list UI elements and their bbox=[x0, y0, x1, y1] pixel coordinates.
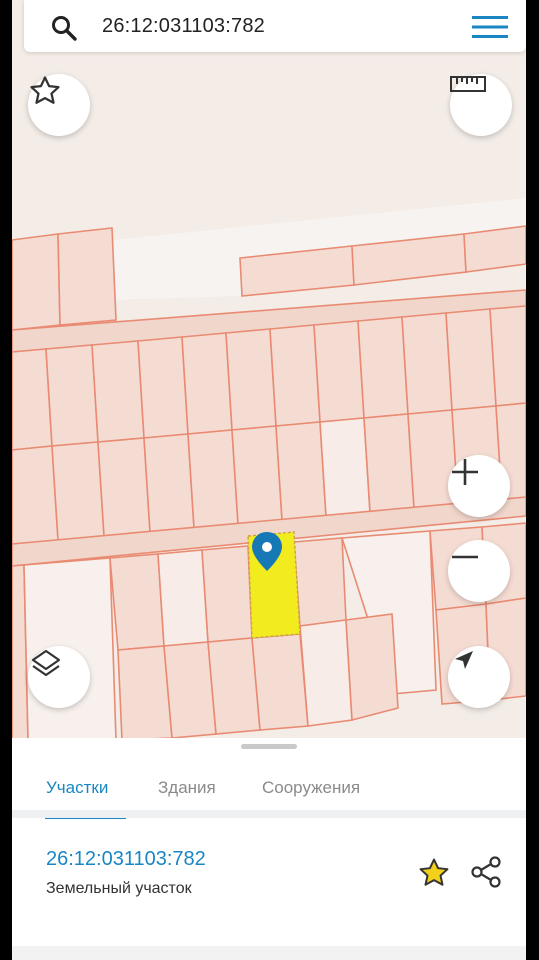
info-panel: Участки Здания Сооружения 26:12:031103:7… bbox=[12, 738, 526, 960]
search-input[interactable]: 26:12:031103:782 bbox=[102, 15, 265, 38]
favorite-map-button[interactable] bbox=[28, 74, 90, 136]
star-icon bbox=[30, 76, 60, 104]
parcel-number-link[interactable]: 26:12:031103:782 bbox=[46, 848, 206, 871]
tab-structures[interactable]: Сооружения bbox=[262, 778, 360, 798]
panel-drag-handle[interactable] bbox=[241, 744, 297, 749]
app-frame: 26:12:031103:782 Участки Здания Сооружен… bbox=[12, 0, 526, 960]
share-icon[interactable] bbox=[468, 854, 504, 890]
menu-icon[interactable] bbox=[472, 15, 508, 39]
tab-buildings[interactable]: Здания bbox=[158, 778, 216, 798]
search-bar[interactable]: 26:12:031103:782 bbox=[24, 0, 526, 52]
locate-button[interactable] bbox=[448, 646, 510, 708]
plus-icon bbox=[452, 459, 478, 485]
ruler-button[interactable] bbox=[450, 74, 512, 136]
tab-parcels[interactable]: Участки bbox=[46, 778, 108, 798]
minus-icon bbox=[452, 555, 478, 559]
ruler-icon bbox=[450, 76, 486, 92]
star-icon[interactable] bbox=[416, 856, 452, 890]
object-tabs: Участки Здания Сооружения bbox=[12, 756, 526, 819]
zoom-out-button[interactable] bbox=[448, 540, 510, 602]
cadastral-map[interactable] bbox=[12, 0, 526, 740]
search-icon[interactable] bbox=[50, 14, 78, 42]
divider bbox=[12, 810, 526, 818]
layers-button[interactable] bbox=[28, 646, 90, 708]
zoom-in-button[interactable] bbox=[448, 455, 510, 517]
navigation-arrow-icon bbox=[455, 651, 473, 669]
layers-icon bbox=[31, 649, 61, 677]
bottom-nav-bar bbox=[12, 946, 526, 960]
parcel-type-label: Земельный участок bbox=[46, 880, 192, 897]
